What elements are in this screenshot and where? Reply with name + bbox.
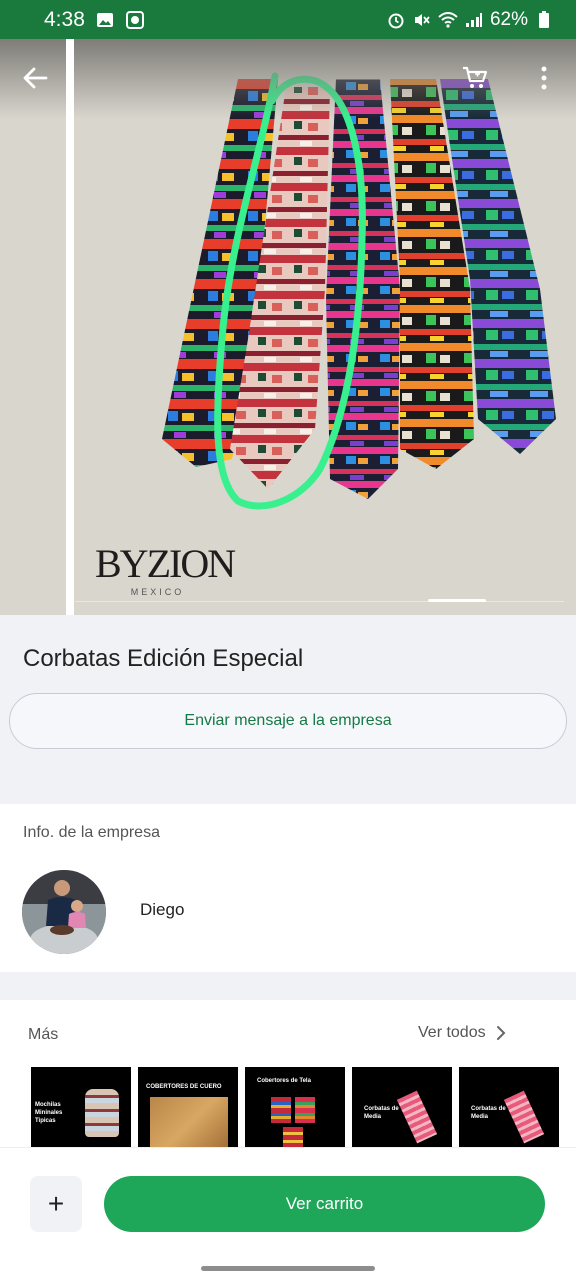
backpack-image <box>85 1089 119 1137</box>
thumbnail-title: Corbatas de Media <box>471 1106 506 1120</box>
see-all-link[interactable]: Ver todos <box>418 1024 506 1042</box>
thumbnail-title: Mochilas Mininales Tipicas <box>35 1102 63 1124</box>
battery-percentage: 62% <box>489 8 528 30</box>
company-info-label: Info. de la empresa <box>23 824 160 841</box>
photo-edge <box>66 39 74 615</box>
status-time: 4:38 <box>44 7 85 31</box>
status-bar: 4:38 62% <box>0 0 576 39</box>
thumbnail-title: Cobertores de Tela <box>257 1078 311 1084</box>
add-quantity-button[interactable]: + <box>30 1176 82 1232</box>
view-cart-button[interactable]: Ver carrito <box>104 1176 545 1232</box>
more-label: Más <box>28 1026 59 1043</box>
product-thumbnail[interactable]: Cobertores de Tela <box>245 1067 345 1150</box>
arrow-left-icon <box>23 67 48 89</box>
home-indicator[interactable] <box>201 1266 375 1271</box>
product-thumbnail[interactable]: Mochilas Mininales Tipicas <box>31 1067 131 1150</box>
product-thumbnail[interactable]: Corbatas de Media <box>352 1067 452 1150</box>
thumbnail-title: Corbatas de Media <box>364 1106 399 1120</box>
more-products-section: Más Ver todos Mochilas Mininales Tipicas… <box>0 1000 576 1150</box>
more-options-button[interactable] <box>530 61 558 95</box>
brand-name: BYZION <box>95 541 236 586</box>
fabric-cover-image <box>295 1097 315 1123</box>
system-nav-area <box>0 1260 576 1280</box>
brand-subtitle: MEXICO <box>130 587 185 597</box>
avatar[interactable] <box>22 870 106 954</box>
image-slider-track <box>75 601 564 602</box>
app-icon <box>125 10 145 30</box>
bottom-action-bar: + Ver carrito <box>0 1147 576 1260</box>
owner-name[interactable]: Diego <box>140 900 184 920</box>
cart-button[interactable] <box>458 61 492 95</box>
chevron-right-icon <box>496 1026 506 1040</box>
shopping-cart-icon <box>463 66 488 88</box>
ties-photo <box>162 72 556 510</box>
more-vertical-icon <box>541 66 547 90</box>
company-info-card: Info. de la empresa Diego <box>0 804 576 972</box>
thumbnail-title: COBERTORES DE CUERO <box>146 1084 222 1090</box>
battery-icon <box>534 10 554 30</box>
gallery-icon <box>95 10 115 30</box>
wifi-icon <box>438 10 458 30</box>
leather-cover-image <box>150 1097 228 1150</box>
alarm-icon <box>386 10 406 30</box>
fabric-cover-image <box>271 1097 291 1123</box>
back-button[interactable] <box>18 61 52 95</box>
product-image[interactable]: BYZION MEXICO <box>0 39 576 615</box>
message-business-button[interactable]: Enviar mensaje a la empresa <box>9 693 567 749</box>
see-all-label: Ver todos <box>418 1024 486 1041</box>
mute-icon <box>412 10 432 30</box>
brand-logo: BYZION MEXICO <box>95 541 236 598</box>
signal-icon <box>464 10 484 30</box>
product-thumbnail[interactable]: COBERTORES DE CUERO <box>138 1067 238 1150</box>
product-title: Corbatas Edición Especial <box>23 645 304 672</box>
product-title-section: Corbatas Edición Especial Enviar mensaje… <box>0 615 576 783</box>
image-slider-indicator[interactable] <box>428 599 486 602</box>
avatar-photo <box>22 870 106 954</box>
product-thumbnail[interactable]: Corbatas de Media <box>459 1067 559 1150</box>
product-thumbnails: Mochilas Mininales Tipicas COBERTORES DE… <box>31 1067 559 1150</box>
